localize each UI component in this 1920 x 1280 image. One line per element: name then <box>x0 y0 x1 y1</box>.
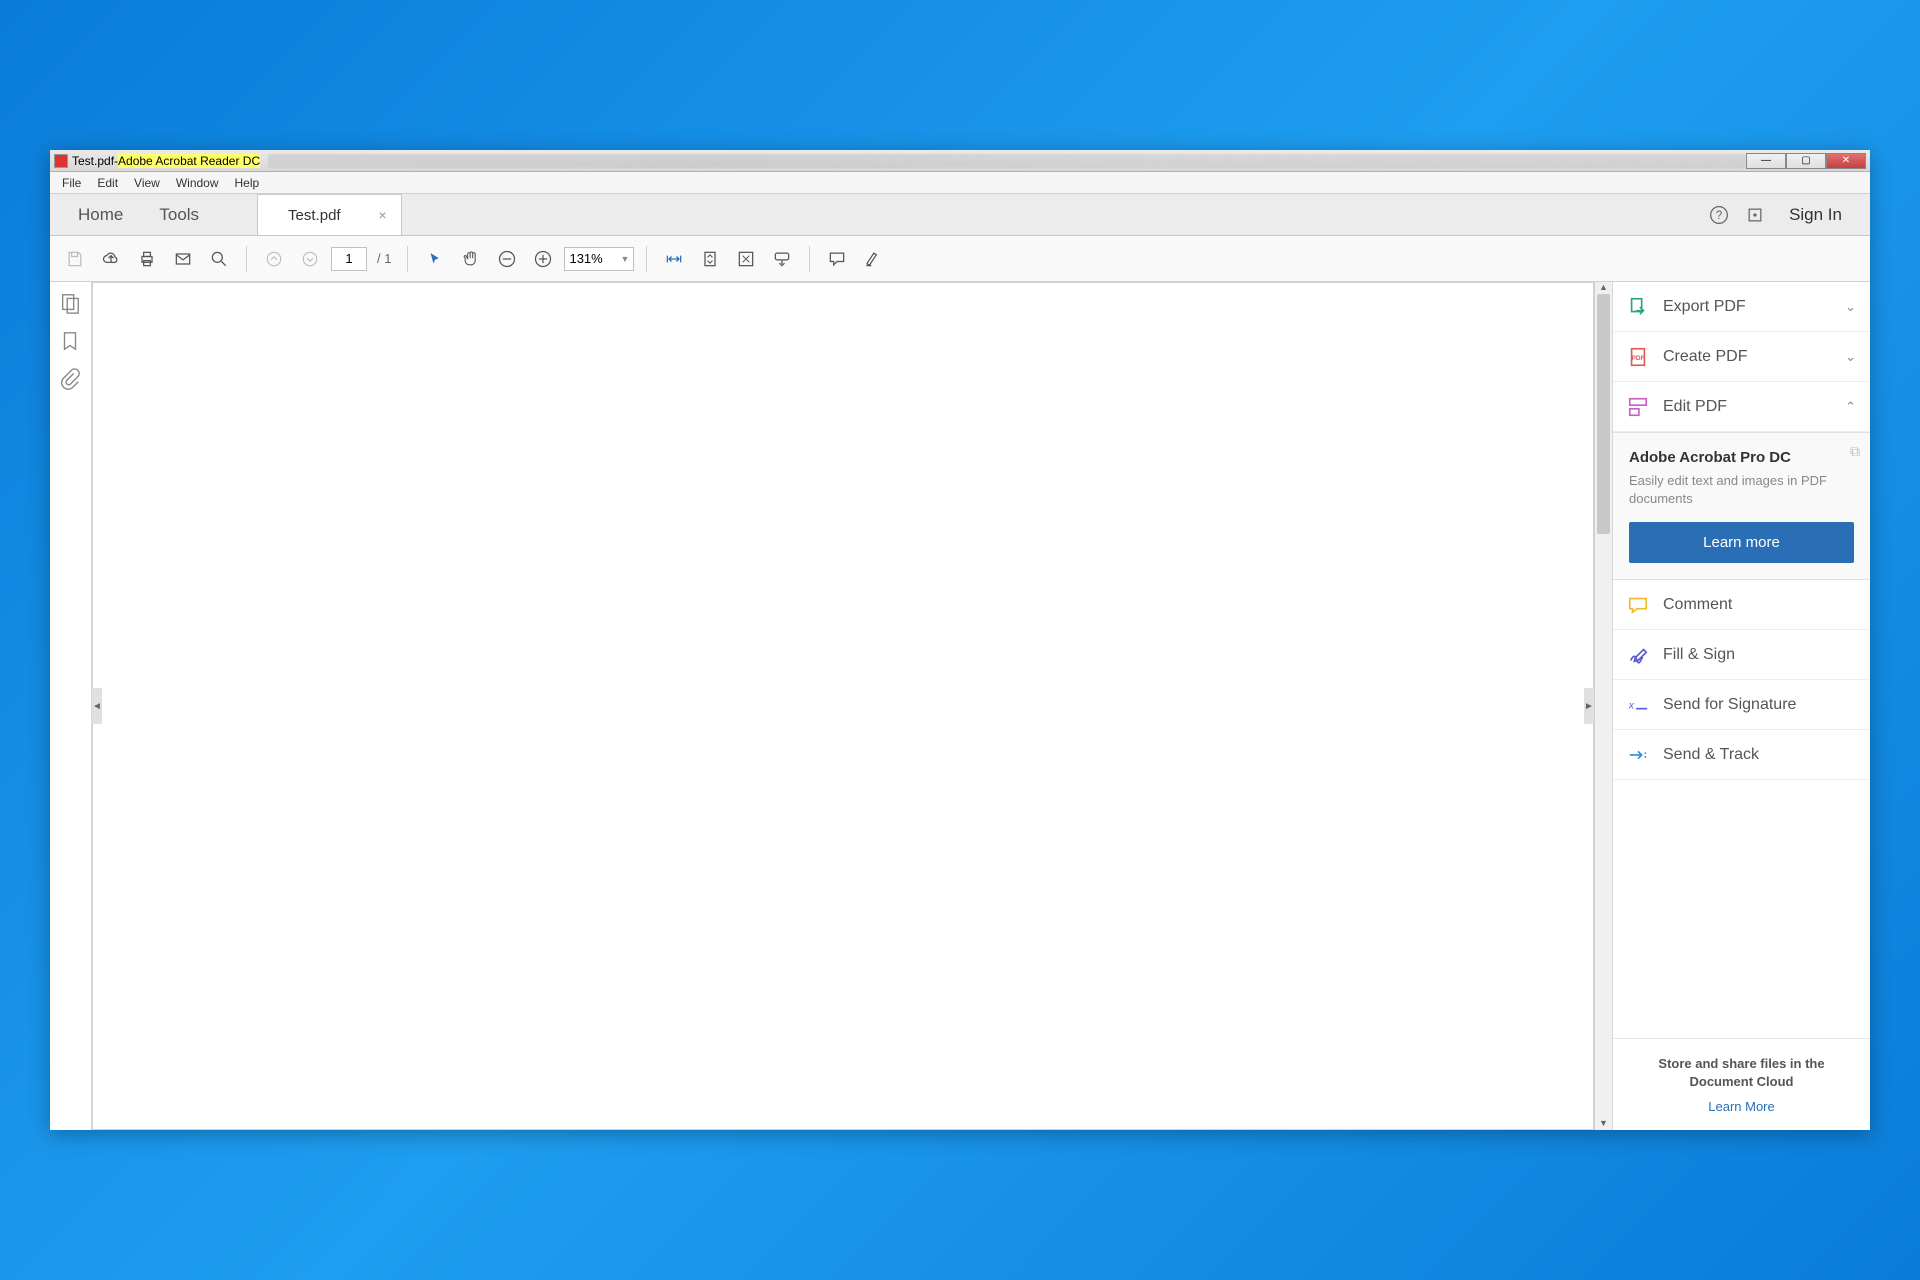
learn-more-button[interactable]: Learn more <box>1629 522 1854 563</box>
menu-file[interactable]: File <box>54 174 89 192</box>
titlebar-background-tabs <box>268 154 1746 168</box>
bookmarks-icon[interactable] <box>59 330 83 354</box>
send-track-icon <box>1627 744 1649 766</box>
tool-label: Export PDF <box>1663 298 1831 316</box>
tool-send-track[interactable]: Send & Track <box>1613 730 1870 780</box>
thumbnails-icon[interactable] <box>59 292 83 316</box>
help-icon[interactable]: ? <box>1709 205 1729 225</box>
page-down-icon <box>295 244 325 274</box>
fit-width-icon[interactable] <box>659 244 689 274</box>
minimize-button[interactable]: — <box>1746 153 1786 169</box>
tabbar: Home Tools Test.pdf × ? Sign In <box>50 194 1870 236</box>
highlight-icon[interactable] <box>858 244 888 274</box>
zoom-level-select[interactable]: 131% ▼ <box>564 247 634 271</box>
collapse-left-panel-icon[interactable]: ◄ <box>92 688 102 724</box>
tool-send-signature[interactable]: x Send for Signature <box>1613 680 1870 730</box>
document-tab-label: Test.pdf <box>288 207 341 224</box>
tab-home[interactable]: Home <box>60 194 141 235</box>
create-pdf-icon: PDF <box>1627 346 1649 368</box>
document-page <box>92 282 1594 1130</box>
tool-label: Fill & Sign <box>1663 646 1856 664</box>
cloud-upload-icon[interactable] <box>96 244 126 274</box>
scroll-up-icon[interactable]: ▲ <box>1595 282 1612 294</box>
menu-help[interactable]: Help <box>227 174 268 192</box>
menu-window[interactable]: Window <box>168 174 227 192</box>
document-tab-close-icon[interactable]: × <box>378 207 386 223</box>
tool-fill-sign[interactable]: Fill & Sign <box>1613 630 1870 680</box>
chevron-down-icon: ⌄ <box>1845 349 1856 365</box>
svg-text:?: ? <box>1716 209 1723 222</box>
cloud-promo: Store and share files in the Document Cl… <box>1613 1038 1870 1130</box>
cloud-promo-title: Store and share files in the Document Cl… <box>1633 1055 1850 1091</box>
zoom-level-value: 131% <box>569 251 602 266</box>
notifications-icon[interactable] <box>1745 205 1765 225</box>
app-window: Test.pdf - Adobe Acrobat Reader DC — ▢ ✕… <box>50 150 1870 1130</box>
sign-in-link[interactable]: Sign In <box>1781 205 1850 225</box>
titlebar-appname: Adobe Acrobat Reader DC <box>118 154 260 168</box>
menubar: File Edit View Window Help <box>50 172 1870 194</box>
close-button[interactable]: ✕ <box>1826 153 1866 169</box>
read-mode-icon[interactable] <box>767 244 797 274</box>
tool-label: Edit PDF <box>1663 398 1831 416</box>
document-tab[interactable]: Test.pdf × <box>257 194 402 235</box>
scroll-down-icon[interactable]: ▼ <box>1595 1118 1612 1130</box>
search-icon[interactable] <box>204 244 234 274</box>
tool-create-pdf[interactable]: PDF Create PDF ⌄ <box>1613 332 1870 382</box>
comment-icon[interactable] <box>822 244 852 274</box>
zoom-out-icon[interactable] <box>492 244 522 274</box>
cloud-promo-link[interactable]: Learn More <box>1633 1099 1850 1114</box>
tab-tools[interactable]: Tools <box>141 194 217 235</box>
selection-tool-icon[interactable] <box>420 244 450 274</box>
chevron-down-icon: ▼ <box>621 254 630 264</box>
document-viewport[interactable]: ◄ ► <box>92 282 1594 1130</box>
tool-edit-pdf[interactable]: Edit PDF ⌃ <box>1613 382 1870 432</box>
titlebar: Test.pdf - Adobe Acrobat Reader DC — ▢ ✕ <box>50 150 1870 172</box>
fullscreen-icon[interactable] <box>731 244 761 274</box>
page-number-input[interactable] <box>331 247 367 271</box>
upsell-promo: ⧉ Adobe Acrobat Pro DC Easily edit text … <box>1613 432 1870 580</box>
maximize-button[interactable]: ▢ <box>1786 153 1826 169</box>
fit-page-icon[interactable] <box>695 244 725 274</box>
copy-icon[interactable]: ⧉ <box>1850 443 1860 460</box>
email-icon[interactable] <box>168 244 198 274</box>
edit-pdf-icon <box>1627 396 1649 418</box>
svg-text:x: x <box>1628 701 1635 712</box>
tools-panel: Export PDF ⌄ PDF Create PDF ⌄ Edit PDF ⌃… <box>1612 282 1870 1130</box>
navigation-rail <box>50 282 92 1130</box>
scrollbar-thumb[interactable] <box>1597 294 1610 534</box>
send-signature-icon: x <box>1627 694 1649 716</box>
pdf-file-icon <box>54 154 68 168</box>
export-pdf-icon <box>1627 296 1649 318</box>
vertical-scrollbar[interactable]: ▲ ▼ <box>1594 282 1612 1130</box>
sign-icon <box>1627 644 1649 666</box>
page-total-label: / 1 <box>377 251 391 266</box>
window-controls: — ▢ ✕ <box>1746 153 1866 169</box>
print-icon[interactable] <box>132 244 162 274</box>
tool-label: Comment <box>1663 596 1856 614</box>
hand-tool-icon[interactable] <box>456 244 486 274</box>
promo-title: Adobe Acrobat Pro DC <box>1629 449 1854 466</box>
titlebar-filename: Test.pdf <box>72 154 114 168</box>
menu-edit[interactable]: Edit <box>89 174 126 192</box>
attachments-icon[interactable] <box>59 368 83 392</box>
tool-export-pdf[interactable]: Export PDF ⌄ <box>1613 282 1870 332</box>
save-icon <box>60 244 90 274</box>
page-up-icon <box>259 244 289 274</box>
comment-icon <box>1627 594 1649 616</box>
zoom-in-icon[interactable] <box>528 244 558 274</box>
promo-description: Easily edit text and images in PDF docum… <box>1629 472 1854 508</box>
chevron-down-icon: ⌄ <box>1845 299 1856 315</box>
svg-text:PDF: PDF <box>1632 354 1645 361</box>
content-area: ◄ ► ▲ ▼ Export PDF ⌄ PDF Create PDF ⌄ <box>50 282 1870 1130</box>
tool-comment[interactable]: Comment <box>1613 580 1870 630</box>
tool-label: Create PDF <box>1663 348 1831 366</box>
menu-view[interactable]: View <box>126 174 168 192</box>
tool-label: Send & Track <box>1663 746 1856 764</box>
toolbar: / 1 131% ▼ <box>50 236 1870 282</box>
chevron-up-icon: ⌃ <box>1845 399 1856 415</box>
collapse-right-panel-icon[interactable]: ► <box>1584 688 1594 724</box>
tool-label: Send for Signature <box>1663 696 1856 714</box>
